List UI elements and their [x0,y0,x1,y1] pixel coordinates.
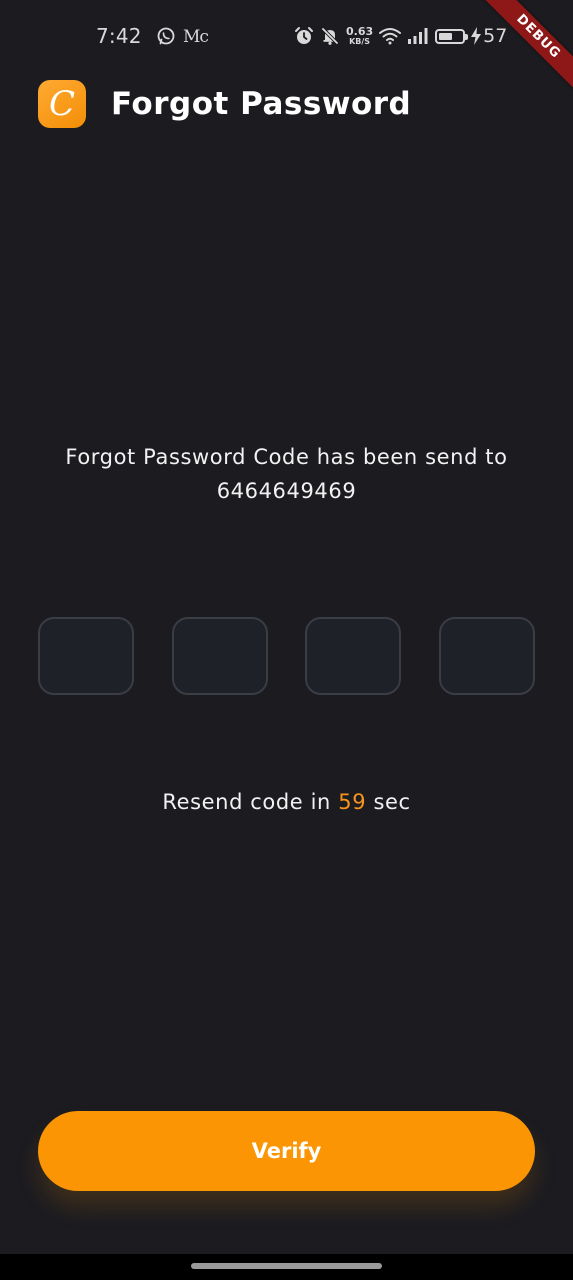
battery-fill [439,32,452,40]
alarm-icon [294,26,314,46]
resend-suffix: sec [373,790,411,814]
signal-icon [407,27,429,45]
otp-input-row [38,617,535,695]
battery-percent: 57 [483,25,508,47]
charging-icon [471,27,482,45]
otp-digit-2[interactable] [171,617,268,695]
otp-digit-1[interactable] [38,617,134,695]
mute-bell-icon [320,26,340,46]
wifi-icon [379,27,402,45]
app-logo-letter: C [48,84,75,124]
home-indicator[interactable] [191,1263,382,1269]
status-time: 7:42 [96,24,142,48]
code-sent-text: Forgot Password Code has been send to [65,445,508,469]
phone-number: 6464649469 [216,479,357,503]
network-speed: 0.63 KB/S [346,26,373,46]
network-speed-unit: KB/S [349,37,371,46]
code-sent-message: Forgot Password Code has been send to 64… [20,440,553,508]
whatsapp-icon [156,26,176,46]
app-logo: C [38,80,86,128]
app-header: C Forgot Password [38,80,411,128]
status-app-label: Mc [183,27,209,47]
otp-digit-4[interactable] [438,617,535,695]
status-icons: 0.63 KB/S 57 [294,24,507,48]
battery-icon [435,28,469,44]
page-title: Forgot Password [111,86,412,122]
verify-button[interactable]: Verify [38,1111,535,1191]
resend-timer: Resend code in 59 sec [0,790,573,814]
status-bar: 7:42 Mc 0.63 KB/S 57 [0,0,573,72]
otp-digit-3[interactable] [305,617,402,695]
network-speed-value: 0.63 [346,25,374,38]
resend-countdown: 59 [338,790,367,814]
navigation-bar [0,1254,573,1280]
resend-prefix: Resend code in [162,790,331,814]
